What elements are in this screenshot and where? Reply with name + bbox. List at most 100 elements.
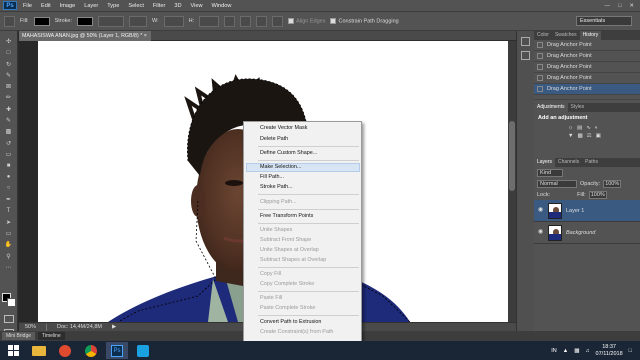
balance-icon[interactable]: ⚖ (587, 133, 592, 139)
path-selection-tool-icon[interactable]: ➤ (3, 218, 15, 227)
menu-image[interactable]: Image (60, 3, 76, 9)
app-taskbar-icon[interactable] (132, 342, 154, 359)
menu-3d[interactable]: 3D (174, 3, 181, 9)
gear-icon[interactable] (272, 15, 284, 27)
curves-icon[interactable]: ∿ (586, 125, 591, 131)
exposure-icon[interactable]: ◐ (595, 125, 598, 131)
path-arrange-icon[interactable] (256, 15, 268, 27)
history-panel-icon[interactable] (521, 37, 530, 46)
marquee-tool-icon[interactable]: □ (3, 48, 15, 57)
tab-mini-bridge[interactable]: Mini Bridge (2, 332, 36, 340)
zoom-level[interactable]: 50% (25, 324, 36, 330)
language-indicator[interactable]: IN (551, 348, 557, 354)
gradient-tool-icon[interactable]: ■ (3, 161, 15, 170)
align-edges-option[interactable]: Align Edges (288, 17, 325, 24)
tab-color[interactable]: Color (534, 31, 552, 40)
minimize-icon[interactable]: — (605, 3, 611, 9)
background-color-swatch[interactable] (7, 298, 16, 307)
tab-layers[interactable]: Layers (534, 158, 556, 167)
vertical-scrollbar[interactable] (508, 41, 516, 322)
menu-item-unite-shapes[interactable]: Unite Shapes (260, 226, 292, 235)
menu-file[interactable]: File (23, 3, 32, 9)
opacity-field[interactable]: 100% (603, 179, 622, 188)
tab-channels[interactable]: Channels (555, 158, 582, 167)
menu-window[interactable]: Window (212, 3, 232, 9)
file-explorer-taskbar-icon[interactable] (28, 342, 50, 359)
eye-icon[interactable]: ◉ (537, 229, 544, 236)
history-item[interactable]: Drag Anchor Point (534, 40, 640, 51)
brush-tool-icon[interactable]: ✎ (3, 116, 15, 125)
zoom-tool-icon[interactable]: ⚲ (3, 252, 15, 261)
history-item[interactable]: Drag Anchor Point (534, 73, 640, 84)
eyedropper-tool-icon[interactable]: ✏ (3, 93, 15, 102)
stroke-swatch[interactable] (77, 16, 93, 26)
menu-select[interactable]: Select (128, 3, 144, 9)
maximize-icon[interactable]: □ (618, 3, 621, 9)
brightness-icon[interactable]: ☼ (568, 125, 573, 131)
path-ops-icon[interactable] (224, 15, 236, 27)
history-item[interactable]: Drag Anchor Point (534, 62, 640, 73)
media-player-taskbar-icon[interactable] (54, 342, 76, 359)
crop-tool-icon[interactable]: ⊠ (3, 82, 15, 91)
quick-mask-icon[interactable] (4, 315, 14, 323)
fill-swatch[interactable] (33, 16, 50, 26)
menu-item-subtract-front-shape[interactable]: Subtract Front Shape (260, 236, 311, 245)
tab-adjustments[interactable]: Adjustments (534, 103, 568, 112)
menu-item-copy-fill[interactable]: Copy Fill (260, 270, 281, 279)
pen-tool-icon[interactable]: ✒ (3, 195, 15, 204)
kind-filter[interactable]: Kind (537, 168, 563, 177)
menu-filter[interactable]: Filter (153, 3, 165, 9)
layer-row-background[interactable]: ◉ Background (534, 222, 640, 244)
hue-icon[interactable]: ▩ (577, 133, 582, 139)
clone-stamp-tool-icon[interactable]: ▩ (3, 127, 15, 136)
tab-timeline[interactable]: Timeline (38, 332, 65, 340)
height-field[interactable] (199, 15, 220, 27)
photoshop-taskbar-icon[interactable]: Ps (106, 342, 128, 359)
type-tool-icon[interactable]: T (3, 206, 15, 215)
menu-item-make-selection[interactable]: Make Selection... (260, 163, 301, 172)
layer-row-layer-1[interactable]: ◉ Layer 1 (534, 200, 640, 222)
more-tools-icon[interactable]: ⋯ (3, 263, 15, 272)
menu-item-subtract-shapes-at-overlap[interactable]: Subtract Shapes at Overlap (260, 256, 326, 265)
vibrance-icon[interactable]: ▼ (568, 133, 573, 139)
tab-paths[interactable]: Paths (582, 158, 601, 167)
constrain-option[interactable]: Constrain Path Dragging (330, 17, 399, 24)
tray-arrow-icon[interactable]: ▲ (563, 348, 568, 354)
menu-item-copy-complete-stroke[interactable]: Copy Complete Stroke (260, 280, 314, 289)
blend-mode-dropdown[interactable]: Normal (537, 179, 577, 188)
move-tool-icon[interactable]: ✣ (3, 37, 15, 46)
clock[interactable]: 18:37 07/11/2018 (596, 344, 623, 358)
tab-history[interactable]: History (579, 31, 602, 40)
menu-item-convert-path-to-extrusion[interactable]: Convert Path to Extrusion (260, 318, 321, 327)
history-item[interactable]: Drag Anchor Point (534, 51, 640, 62)
blur-tool-icon[interactable]: ● (3, 173, 15, 182)
menu-view[interactable]: View (190, 3, 202, 9)
constrain-checkbox[interactable] (330, 17, 337, 24)
menu-item-paste-fill[interactable]: Paste Fill (260, 294, 282, 303)
close-tab-icon[interactable]: × (144, 33, 147, 39)
path-select-tool-icon[interactable] (4, 15, 15, 27)
start-button[interactable] (2, 342, 24, 359)
menu-item-stroke-path[interactable]: Stroke Path... (260, 183, 293, 192)
properties-panel-icon[interactable] (521, 51, 530, 60)
menu-item-clipping-path[interactable]: Clipping Path... (260, 198, 297, 207)
shape-tool-icon[interactable]: ▭ (3, 229, 15, 238)
status-arrow-icon[interactable]: ▶ (112, 324, 116, 330)
scrollbar-thumb[interactable] (509, 121, 515, 191)
path-align-icon[interactable] (240, 15, 252, 27)
lasso-tool-icon[interactable]: ↻ (3, 60, 15, 69)
menu-item-define-custom-shape[interactable]: Define Custom Shape... (260, 149, 317, 158)
history-brush-tool-icon[interactable]: ↺ (3, 139, 15, 148)
bw-icon[interactable]: ▣ (596, 133, 601, 139)
menu-item-create-vector-mask[interactable]: Create Vector Mask (260, 124, 307, 133)
menu-item-free-transform-points[interactable]: Free Transform Points (260, 212, 313, 221)
levels-icon[interactable]: ▤ (577, 125, 582, 131)
width-field[interactable] (163, 15, 184, 27)
dodge-tool-icon[interactable]: ○ (3, 184, 15, 193)
menu-item-unite-shapes-at-overlap[interactable]: Unite Shapes at Overlap (260, 246, 319, 255)
align-edges-checkbox[interactable] (288, 17, 295, 24)
document-tab[interactable]: MAHASISWA ANAN.jpg @ 50% (Layer 1, RGB/8… (19, 31, 151, 41)
healing-tool-icon[interactable]: ✚ (3, 105, 15, 114)
eye-icon[interactable]: ◉ (537, 207, 544, 214)
eraser-tool-icon[interactable]: ▭ (3, 150, 15, 159)
